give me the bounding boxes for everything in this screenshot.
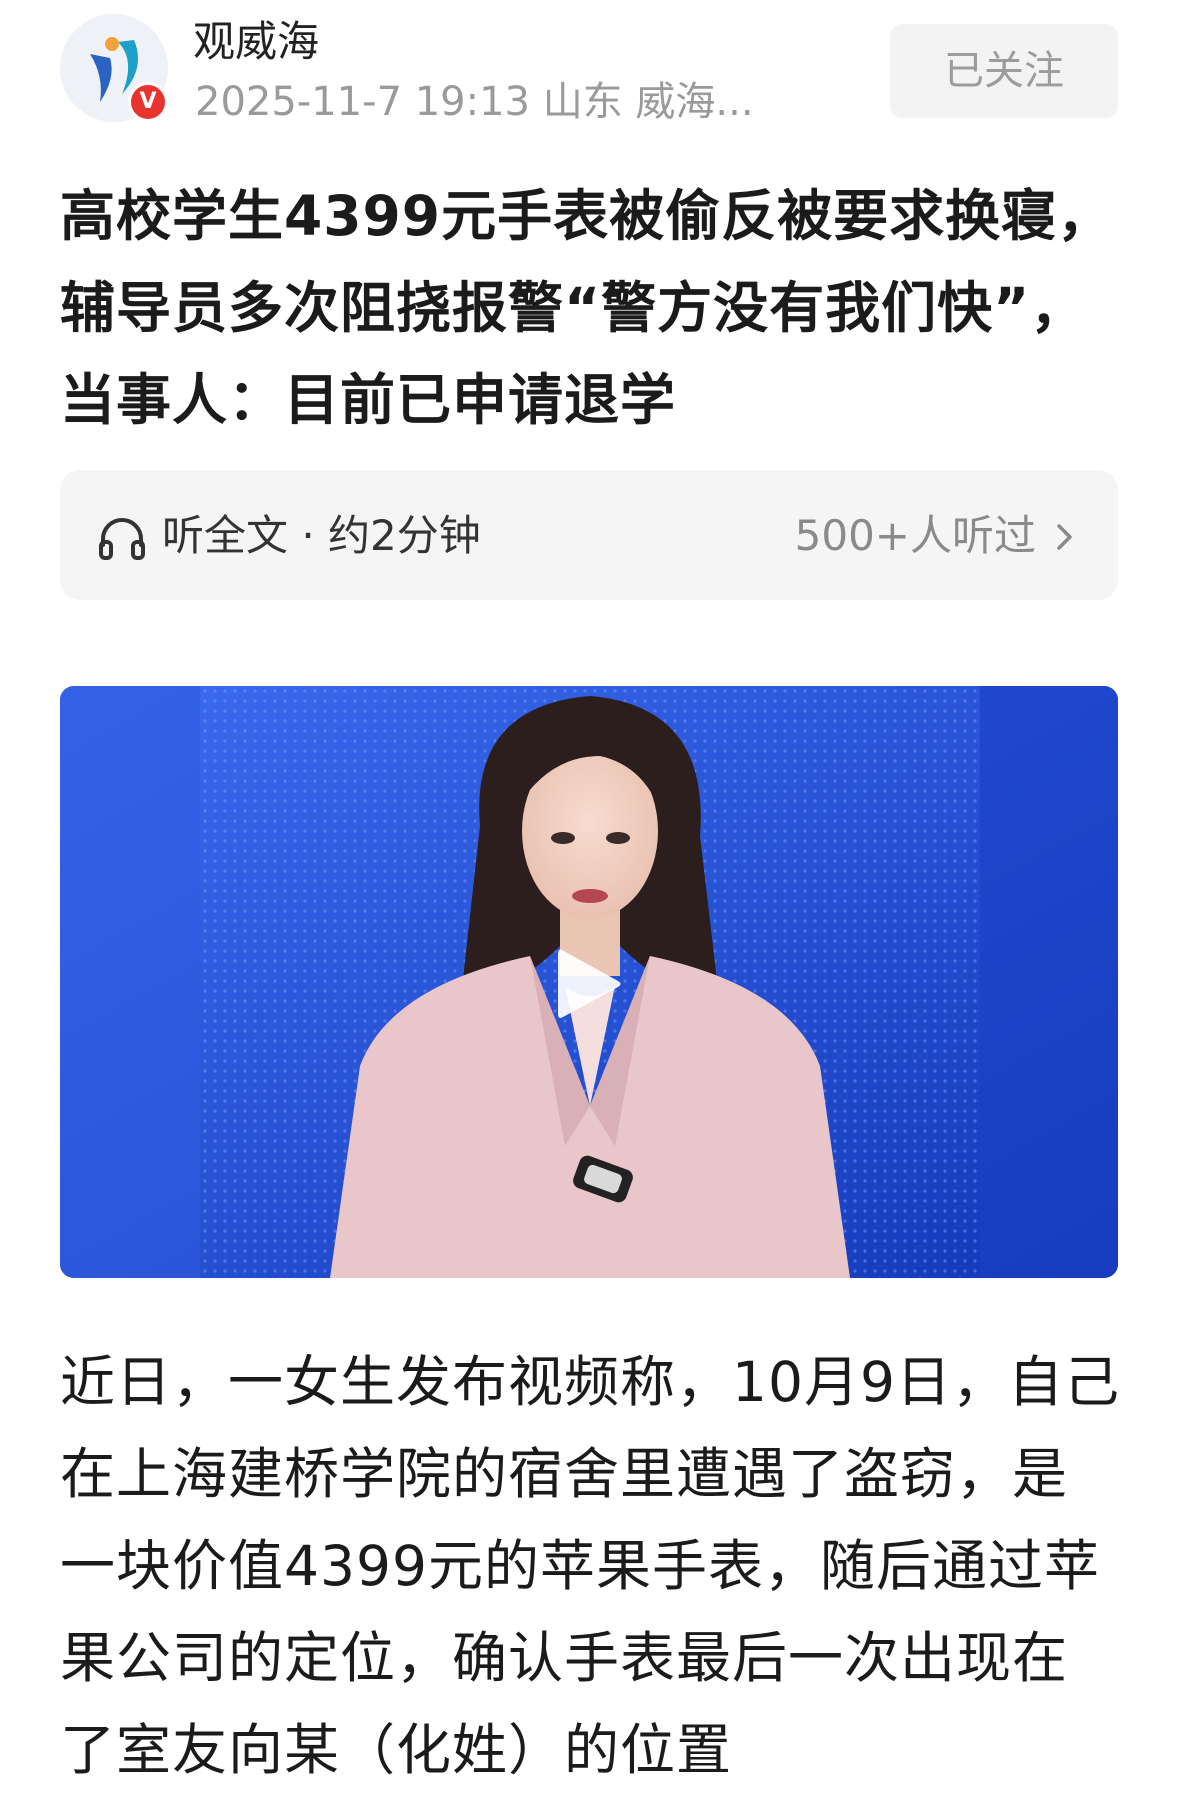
article-header: V 观威海 2025-11-7 19:13 山东 威海... 已关注 — [0, 0, 1178, 140]
headphones-icon — [99, 518, 145, 560]
article-body: 近日，一女生发布视频称，10月9日，自己在上海建桥学院的宿舍里遭遇了盗窃，是一块… — [60, 1350, 1120, 1782]
listen-full-text-bar[interactable]: 听全文 · 约2分钟 500+人听过 — [60, 470, 1118, 600]
article-title: 高校学生4399元手表被偷反被要求换寝，辅导员多次阻挠报警“警方没有我们快”，当… — [60, 184, 1114, 432]
post-meta: 2025-11-7 19:13 山东 威海... — [195, 79, 754, 125]
follow-button[interactable]: 已关注 — [890, 24, 1118, 118]
author-name[interactable]: 观威海 — [193, 14, 319, 70]
listen-count: 500+人听过 — [794, 511, 1036, 560]
play-icon[interactable] — [548, 944, 628, 1024]
chevron-right-icon — [1057, 524, 1072, 550]
listen-label: 听全文 · 约2分钟 — [162, 511, 481, 560]
verified-badge: V — [128, 82, 168, 122]
